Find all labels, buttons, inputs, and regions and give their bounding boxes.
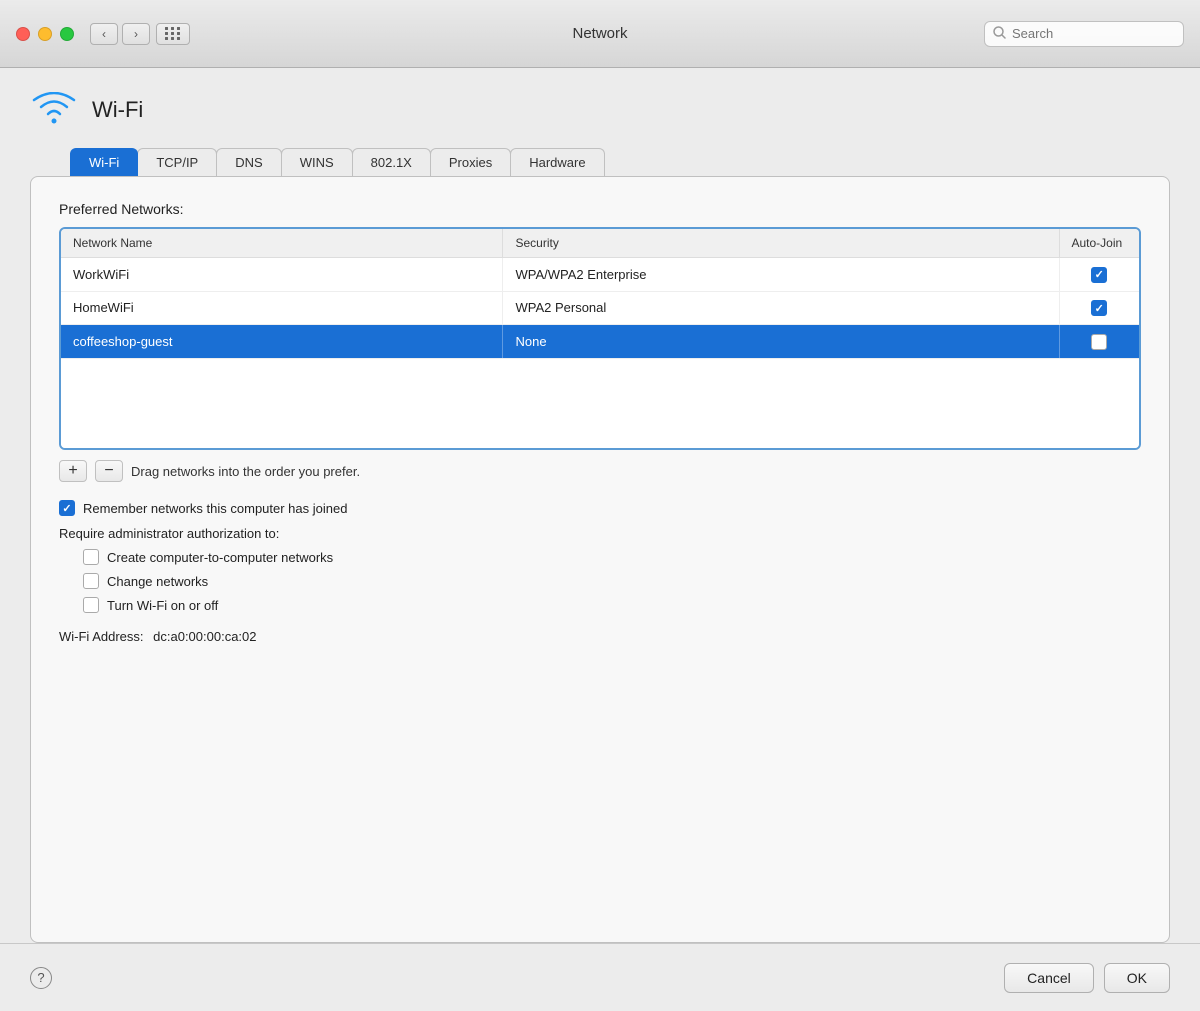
preferred-networks-label: Preferred Networks: (59, 201, 1141, 217)
col-header-security: Security (503, 229, 1059, 258)
tab-8021x[interactable]: 802.1X (352, 148, 431, 176)
search-input[interactable] (1012, 26, 1175, 41)
autojoin-checkbox[interactable] (1091, 334, 1107, 350)
table-row[interactable]: HomeWiFi WPA2 Personal (61, 291, 1139, 325)
table-row[interactable]: WorkWiFi WPA/WPA2 Enterprise (61, 258, 1139, 292)
turn-wifi-checkbox[interactable] (83, 597, 99, 613)
remove-network-button[interactable]: − (95, 460, 123, 482)
autojoin-checkbox[interactable] (1091, 267, 1107, 283)
grid-dots-icon (165, 27, 181, 40)
networks-table: Network Name Security Auto-Join WorkWiFi… (61, 229, 1139, 448)
forward-button[interactable]: › (122, 23, 150, 45)
network-autojoin-cell[interactable] (1059, 291, 1139, 325)
network-name-cell: WorkWiFi (61, 258, 503, 292)
admin-option-row[interactable]: Create computer-to-computer networks (83, 549, 1141, 565)
network-name-cell: coffeeshop-guest (61, 325, 503, 359)
wifi-address-label: Wi-Fi Address: (59, 629, 144, 644)
create-networks-checkbox[interactable] (83, 549, 99, 565)
wifi-title: Wi-Fi (92, 97, 143, 123)
tab-tcpip[interactable]: TCP/IP (137, 148, 217, 176)
autojoin-checkbox[interactable] (1091, 300, 1107, 316)
bottom-buttons: Cancel OK (1004, 963, 1170, 993)
tab-hardware[interactable]: Hardware (510, 148, 604, 176)
traffic-lights (16, 27, 74, 41)
admin-option-row[interactable]: Change networks (83, 573, 1141, 589)
tab-wins[interactable]: WINS (281, 148, 353, 176)
search-box[interactable] (984, 21, 1184, 47)
col-header-autojoin: Auto-Join (1059, 229, 1139, 258)
col-header-name: Network Name (61, 229, 503, 258)
network-security-cell: None (503, 325, 1059, 359)
admin-auth-label: Require administrator authorization to: (59, 526, 1141, 541)
grid-view-button[interactable] (156, 23, 190, 45)
change-networks-label: Change networks (107, 574, 208, 589)
search-icon (993, 26, 1006, 42)
titlebar: ‹ › Network (0, 0, 1200, 68)
remember-networks-label: Remember networks this computer has join… (83, 501, 347, 516)
cancel-button[interactable]: Cancel (1004, 963, 1094, 993)
network-security-cell: WPA2 Personal (503, 291, 1059, 325)
minimize-button[interactable] (38, 27, 52, 41)
empty-table-row (61, 358, 1139, 448)
wifi-address-row: Wi-Fi Address: dc:a0:00:00:ca:02 (59, 629, 1141, 644)
bottom-bar: ? Cancel OK (0, 943, 1200, 1011)
change-networks-checkbox[interactable] (83, 573, 99, 589)
admin-options: Create computer-to-computer networks Cha… (83, 549, 1141, 613)
wifi-icon (30, 92, 78, 128)
ok-button[interactable]: OK (1104, 963, 1170, 993)
remember-networks-checkbox[interactable] (59, 500, 75, 516)
tab-dns[interactable]: DNS (216, 148, 281, 176)
drag-hint: Drag networks into the order you prefer. (131, 464, 360, 479)
network-autojoin-cell[interactable] (1059, 325, 1139, 359)
help-button[interactable]: ? (30, 967, 52, 989)
maximize-button[interactable] (60, 27, 74, 41)
nav-buttons: ‹ › (90, 23, 150, 45)
close-button[interactable] (16, 27, 30, 41)
back-button[interactable]: ‹ (90, 23, 118, 45)
network-security-cell: WPA/WPA2 Enterprise (503, 258, 1059, 292)
table-row[interactable]: coffeeshop-guest None (61, 325, 1139, 359)
add-network-button[interactable]: + (59, 460, 87, 482)
create-networks-label: Create computer-to-computer networks (107, 550, 333, 565)
settings-panel: Preferred Networks: Network Name Securit… (30, 176, 1170, 943)
network-autojoin-cell[interactable] (1059, 258, 1139, 292)
main-content: Wi-Fi Wi-Fi TCP/IP DNS WINS 802.1X Proxi… (0, 68, 1200, 943)
remember-networks-row[interactable]: Remember networks this computer has join… (59, 500, 1141, 516)
window-title: Network (572, 25, 627, 42)
tab-bar: Wi-Fi TCP/IP DNS WINS 802.1X Proxies Har… (70, 148, 1170, 176)
network-name-cell: HomeWiFi (61, 291, 503, 325)
networks-table-wrapper: Network Name Security Auto-Join WorkWiFi… (59, 227, 1141, 450)
admin-option-row[interactable]: Turn Wi-Fi on or off (83, 597, 1141, 613)
wifi-address-value: dc:a0:00:00:ca:02 (153, 629, 256, 644)
tab-wifi[interactable]: Wi-Fi (70, 148, 138, 176)
tab-proxies[interactable]: Proxies (430, 148, 511, 176)
turn-wifi-label: Turn Wi-Fi on or off (107, 598, 218, 613)
wifi-header: Wi-Fi (30, 92, 1170, 128)
add-remove-row: + − Drag networks into the order you pre… (59, 460, 1141, 482)
